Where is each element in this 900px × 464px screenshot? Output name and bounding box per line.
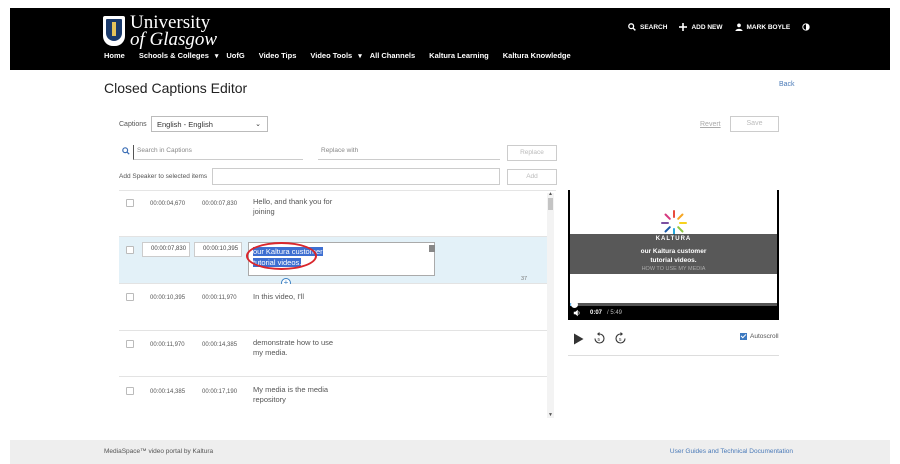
nav-home[interactable]: Home [104,51,125,60]
caption-list: 00:00:04,670 00:00:07,830 Hello, and tha… [119,190,556,418]
search-button[interactable]: SEARCH [628,23,667,31]
autoscroll-checkbox[interactable] [740,333,747,340]
overlay-subtitle: HOW TO USE MY MEDIA [641,266,706,272]
page-title: Closed Captions Editor [104,80,248,96]
captions-language-select[interactable]: English - English ⌄ [151,116,268,132]
duration: / 5:49 [607,310,623,316]
player-controls: 0:07 / 5:49 [570,307,777,320]
speaker-label: Add Speaker to selected items [119,173,208,180]
contrast-icon [802,23,810,31]
nav-video-tips[interactable]: Video Tips [259,51,297,60]
caption-start-time[interactable]: 00:00:04,670 [150,201,185,207]
captions-label: Captions [119,121,147,128]
overlay-caption-line-2: tutorial videos. [650,257,697,264]
caption-row[interactable]: 00:00:14,385 00:00:17,190 My media is th… [119,377,547,418]
autoscroll-toggle[interactable]: Autoscroll [740,333,779,340]
university-logo[interactable]: University of Glasgow [103,13,218,50]
caption-checkbox[interactable] [126,387,134,395]
footer-credit: MediaSpace™ video portal by Kaltura [104,448,214,455]
footer-docs-link[interactable]: User Guides and Technical Documentation [670,448,793,455]
caption-start-time[interactable]: 00:00:10,395 [150,295,185,301]
highlight-annotation [246,242,317,270]
caption-start-time[interactable]: 00:00:11,970 [150,342,185,348]
replace-button[interactable]: Replace [507,145,557,161]
overlay-brand: KALTURA [655,236,692,242]
chevron-down-icon: ▾ [214,52,219,60]
svg-text:5: 5 [598,337,601,342]
crest-icon [103,16,125,46]
caption-end-time[interactable]: 00:00:07,830 [202,201,237,207]
caption-end-time-input[interactable]: 00:00:10,395 [194,242,242,257]
nav-kaltura-learning[interactable]: Kaltura Learning [429,51,489,60]
forward-icon[interactable]: 5 [614,332,627,345]
caption-text[interactable]: My media is the media repository [253,385,343,405]
caption-text[interactable]: In this video, I'll [253,292,343,302]
caption-end-time[interactable]: 00:00:17,190 [202,389,237,395]
header-actions: SEARCH ADD NEW MARK BOYLE [628,23,826,31]
speaker-input[interactable] [212,168,500,185]
divider [568,355,779,356]
trash-icon[interactable] [429,245,435,252]
user-icon [734,23,743,31]
logo-line-2: of Glasgow [130,29,218,50]
caption-row[interactable]: 00:00:04,670 00:00:07,830 Hello, and tha… [119,191,547,237]
caption-checkbox[interactable] [126,293,134,301]
rewind-icon[interactable]: 5 [593,332,606,345]
chevron-down-icon: ⌄ [255,121,261,128]
caption-start-time[interactable]: 00:00:14,385 [150,389,185,395]
caption-text[interactable]: demonstrate how to use my media. [253,338,343,358]
caption-end-time[interactable]: 00:00:14,385 [202,342,237,348]
caption-checkbox[interactable] [126,199,134,207]
user-menu-button[interactable]: MARK BOYLE [734,23,790,31]
volume-icon[interactable] [573,309,581,317]
caption-overlay: KALTURA our Kaltura customer tutorial vi… [570,234,777,274]
plus-icon [679,23,688,31]
site-header: University of Glasgow Home Schools & Col… [10,8,890,70]
caption-row[interactable]: 00:00:10,395 00:00:11,970 In this video,… [119,284,547,331]
nav-kaltura-knowledge[interactable]: Kaltura Knowledge [503,51,571,60]
chevron-down-icon: ▾ [358,52,362,60]
main-nav: Home Schools & Colleges ▾ UofG Video Tips… [104,51,585,60]
nav-video-tools[interactable]: Video Tools ▾ [310,51,361,60]
nav-schools-colleges[interactable]: Schools & Colleges ▾ [139,51,219,60]
caption-row-active[interactable]: 00:00:07,830 00:00:10,395 our Kaltura cu… [119,237,547,288]
nav-uofg[interactable]: UofG [226,51,244,60]
replace-with-input[interactable]: Replace with [318,145,500,160]
search-captions-input[interactable]: Search in Captions [133,145,303,160]
search-icon [122,147,130,155]
caption-start-time-input[interactable]: 00:00:07,830 [142,242,190,257]
svg-text:5: 5 [619,337,622,342]
video-player[interactable]: KALTURA our Kaltura customer tutorial vi… [568,190,779,320]
add-new-button[interactable]: ADD NEW [679,23,723,31]
back-link[interactable]: Back [779,81,795,88]
scroll-up-icon[interactable]: ▲ [548,191,553,197]
revert-button[interactable]: Revert [700,121,721,128]
captions-language-value: English - English [157,120,213,129]
current-time: 0:07 [590,310,603,316]
overlay-caption-line-1: our Kaltura customer [640,248,707,255]
caption-row[interactable]: 00:00:11,970 00:00:14,385 demonstrate ho… [119,331,547,377]
caption-list-scrollbar[interactable]: ▲ ▼ [547,191,554,418]
search-icon [628,23,636,31]
save-button[interactable]: Save [730,116,779,132]
progress-bar[interactable] [570,301,777,308]
character-count: 37 [521,276,528,282]
scroll-down-icon[interactable]: ▼ [548,412,553,418]
caption-end-time[interactable]: 00:00:11,970 [202,295,237,301]
caption-text-editor[interactable]: our Kaltura customer tutorial videos. [246,242,435,276]
caption-text[interactable]: Hello, and thank you for joining [253,197,343,217]
nav-all-channels[interactable]: All Channels [370,51,415,60]
play-icon[interactable] [573,333,584,345]
autoscroll-label: Autoscroll [750,333,779,340]
scrollbar-thumb[interactable] [548,198,553,210]
contrast-toggle[interactable] [802,23,814,31]
add-speaker-button[interactable]: Add [507,169,557,185]
caption-checkbox[interactable] [126,340,134,348]
site-footer: MediaSpace™ video portal by Kaltura User… [10,440,890,464]
caption-checkbox[interactable] [126,246,134,254]
